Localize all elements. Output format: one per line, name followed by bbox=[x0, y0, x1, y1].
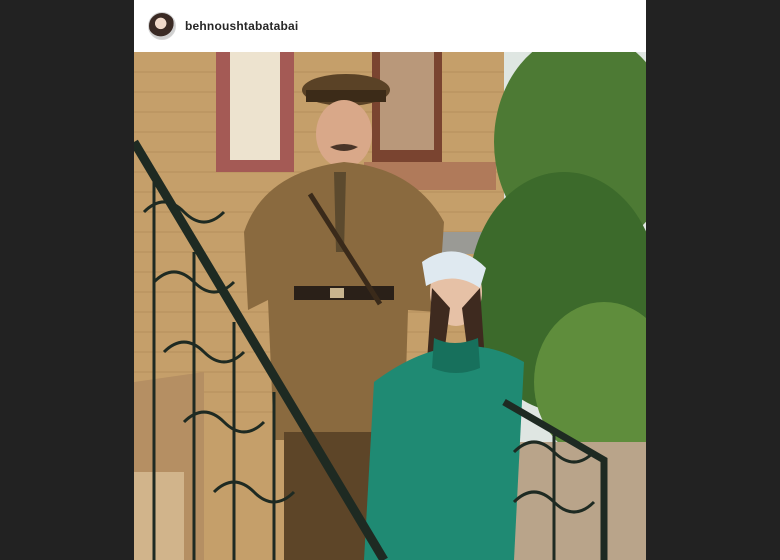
profile-avatar[interactable] bbox=[148, 12, 176, 40]
photo-scene bbox=[134, 52, 646, 560]
instagram-post-card: behnoushtabatabai bbox=[134, 0, 646, 560]
post-photo bbox=[134, 52, 646, 560]
right-window bbox=[380, 52, 434, 150]
post-username[interactable]: behnoushtabatabai bbox=[185, 19, 298, 33]
post-header: behnoushtabatabai bbox=[134, 0, 646, 53]
ground-path bbox=[504, 442, 646, 560]
stair-steps bbox=[134, 472, 184, 560]
left-window bbox=[230, 52, 280, 160]
